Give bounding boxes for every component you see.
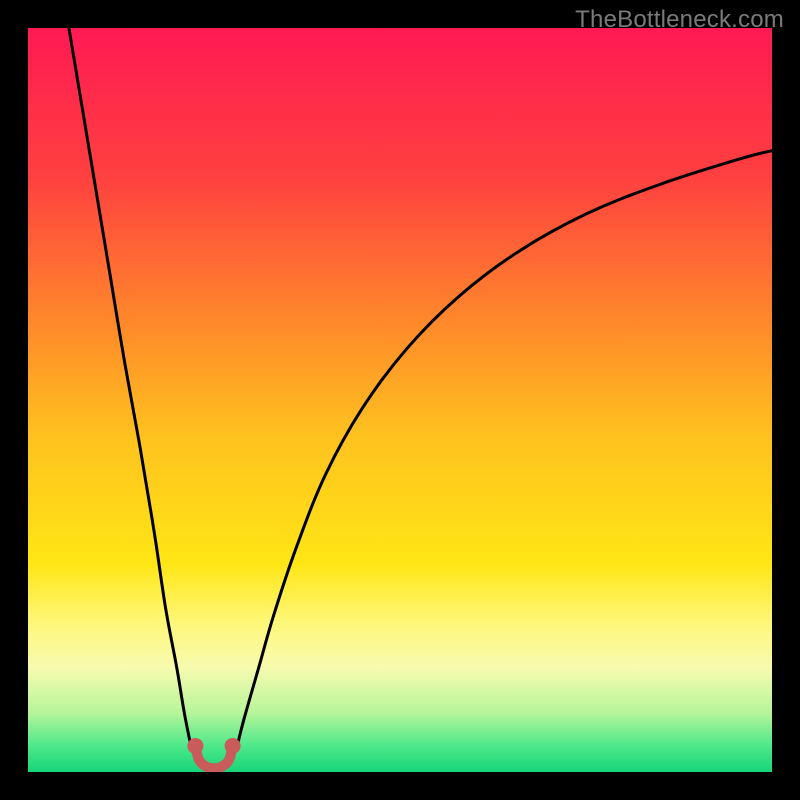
trough-endpoint-marker <box>225 738 241 754</box>
chart-frame: TheBottleneck.com <box>0 0 800 800</box>
chart-svg <box>28 28 772 772</box>
watermark-text: TheBottleneck.com <box>575 6 784 34</box>
gradient-background <box>28 28 772 772</box>
plot-area <box>28 28 772 772</box>
trough-endpoint-marker <box>187 738 203 754</box>
